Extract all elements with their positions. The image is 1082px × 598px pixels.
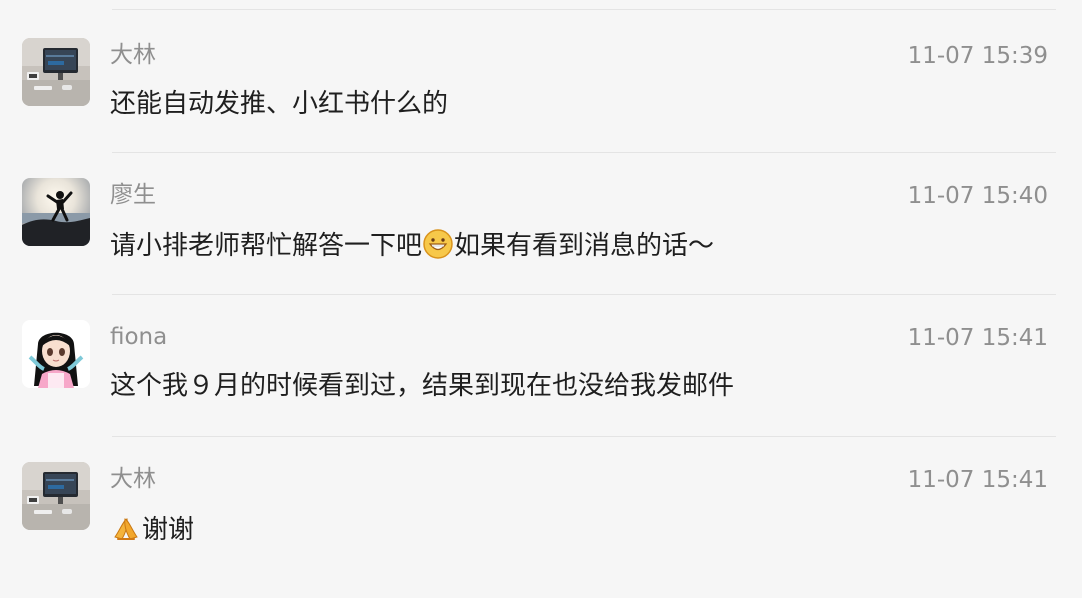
desk-monitor-avatar-icon bbox=[22, 462, 90, 530]
folded-hands-emoji-icon bbox=[110, 512, 142, 544]
sender-name: 大林 bbox=[110, 466, 156, 492]
avatar[interactable] bbox=[22, 320, 90, 388]
avatar[interactable] bbox=[22, 462, 90, 530]
sender-name: fiona bbox=[110, 324, 168, 350]
message-time: 11-07 15:40 bbox=[907, 183, 1048, 209]
sender-name: 廖生 bbox=[110, 182, 156, 208]
message-divider bbox=[112, 9, 1056, 10]
avatar[interactable] bbox=[22, 38, 90, 106]
avatar[interactable] bbox=[22, 178, 90, 246]
message-text-after-emoji: 如果有看到消息的话～ bbox=[454, 231, 715, 261]
chat-message[interactable]: 大林 11-07 15:41 谢谢 bbox=[0, 462, 1082, 582]
sender-name: 大林 bbox=[110, 42, 156, 68]
message-time: 11-07 15:41 bbox=[907, 467, 1048, 493]
chat-message-list: 大林 11-07 15:39 还能自动发推、小红书什么的 廖生 11-07 15… bbox=[0, 0, 1082, 598]
grinning-face-emoji-icon bbox=[422, 228, 454, 260]
silhouette-sunset-avatar-icon bbox=[22, 178, 90, 246]
message-text-before-emoji: 请小排老师帮忙解答一下吧 bbox=[110, 231, 423, 261]
message-divider bbox=[112, 294, 1056, 295]
message-time: 11-07 15:39 bbox=[907, 43, 1048, 69]
message-text: 谢谢 bbox=[110, 512, 194, 546]
message-text: 请小排老师帮忙解答一下吧 如果有看到消息的话～ bbox=[110, 228, 714, 262]
chat-message[interactable]: 廖生 11-07 15:40 请小排老师帮忙解答一下吧 如果有看到消息的话～ bbox=[0, 178, 1082, 298]
chat-message[interactable]: fiona 11-07 15:41 这个我９月的时候看到过，结果到现在也没给我发… bbox=[0, 320, 1082, 440]
message-time: 11-07 15:41 bbox=[907, 325, 1048, 351]
message-divider bbox=[112, 152, 1056, 153]
message-text-after-emoji: 谢谢 bbox=[142, 515, 195, 545]
message-text: 还能自动发推、小红书什么的 bbox=[110, 89, 449, 119]
message-divider bbox=[112, 436, 1056, 437]
anime-girl-avatar-icon bbox=[22, 320, 90, 388]
message-text: 这个我９月的时候看到过，结果到现在也没给我发邮件 bbox=[110, 371, 735, 401]
desk-monitor-avatar-icon bbox=[22, 38, 90, 106]
chat-message[interactable]: 大林 11-07 15:39 还能自动发推、小红书什么的 bbox=[0, 38, 1082, 158]
